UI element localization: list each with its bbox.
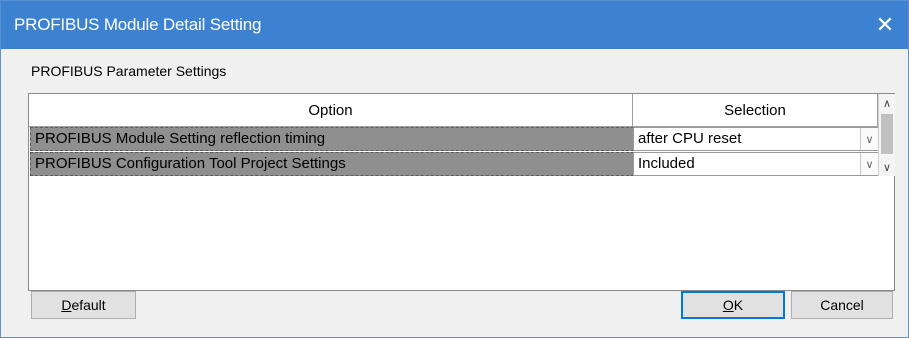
ok-mnemonic: O: [722, 297, 734, 313]
close-button[interactable]: ✕: [862, 1, 908, 49]
window-title: PROFIBUS Module Detail Setting: [14, 15, 262, 34]
dialog-window: PROFIBUS Module Detail Setting ✕ PROFIBU…: [0, 0, 909, 338]
default-mnemonic: D: [61, 297, 72, 313]
selection-value: after CPU reset: [638, 130, 742, 147]
scrollbar-thumb[interactable]: [881, 114, 893, 154]
ok-button[interactable]: OK: [681, 291, 785, 319]
vertical-scrollbar[interactable]: ∧ ∨: [878, 94, 895, 176]
cancel-button[interactable]: Cancel: [791, 291, 893, 319]
ok-label: K: [733, 297, 744, 313]
column-header-option[interactable]: Option: [29, 94, 633, 127]
close-icon: ✕: [875, 12, 895, 37]
option-cell[interactable]: PROFIBUS Configuration Tool Project Sett…: [30, 152, 634, 176]
group-label: PROFIBUS Parameter Settings: [31, 63, 227, 79]
grid-row[interactable]: PROFIBUS Configuration Tool Project Sett…: [29, 152, 879, 176]
chevron-down-icon[interactable]: ∨: [860, 128, 878, 150]
parameter-grid: Option Selection PROFIBUS Module Setting…: [28, 93, 895, 291]
selection-dropdown[interactable]: Included ∨: [633, 152, 879, 176]
selection-dropdown[interactable]: after CPU reset ∨: [633, 127, 879, 151]
chevron-down-icon[interactable]: ∨: [860, 153, 878, 175]
title-bar[interactable]: PROFIBUS Module Detail Setting ✕: [1, 1, 908, 49]
default-label: efault: [71, 297, 106, 313]
option-cell[interactable]: PROFIBUS Module Setting reflection timin…: [30, 127, 634, 151]
default-button[interactable]: Default: [31, 291, 136, 319]
cancel-label: Cancel: [820, 297, 864, 313]
selection-value: Included: [638, 155, 695, 172]
column-header-selection[interactable]: Selection: [633, 94, 878, 127]
chevron-down-icon[interactable]: ∨: [879, 158, 895, 176]
chevron-up-icon[interactable]: ∧: [879, 94, 895, 112]
grid-row[interactable]: PROFIBUS Module Setting reflection timin…: [29, 127, 879, 151]
